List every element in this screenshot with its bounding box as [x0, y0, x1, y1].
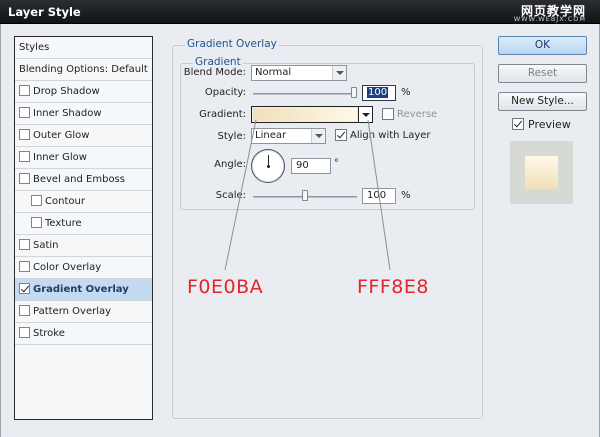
preview-label: Preview: [528, 118, 571, 131]
reset-button[interactable]: Reset: [498, 64, 587, 83]
annotation-end-color: FFF8E8: [357, 276, 429, 298]
ok-button[interactable]: OK: [498, 36, 587, 55]
preview-swatch: [525, 156, 558, 189]
preview-checkbox[interactable]: [512, 118, 524, 130]
annotation-line-left: [224, 119, 257, 271]
preview-thumbnail: [510, 141, 573, 204]
new-style-button[interactable]: New Style...: [498, 92, 587, 111]
annotation-start-color: F0E0BA: [187, 276, 264, 298]
annotation-line-right: [367, 119, 391, 271]
new-style-label: New Style...: [511, 95, 574, 107]
